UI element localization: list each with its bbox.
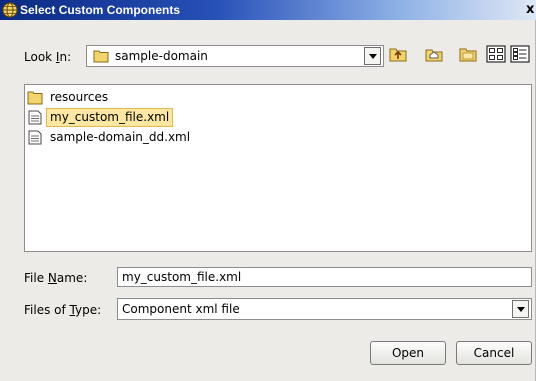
cancel-button[interactable]: Cancel <box>456 341 532 365</box>
list-item[interactable]: sample-domain_dd.xml <box>27 129 247 146</box>
new-folder-icon[interactable] <box>458 44 478 64</box>
list-view-icon[interactable] <box>486 44 506 64</box>
document-icon <box>28 130 42 145</box>
title-bar[interactable]: Select Custom Components x <box>0 0 536 20</box>
look-in-label-suffix: n: <box>59 50 72 64</box>
folder-icon <box>93 50 109 63</box>
file-name-label-suffix: ame: <box>56 271 88 285</box>
file-chooser-dialog: Select Custom Components x Look In: samp… <box>0 0 536 381</box>
document-icon <box>28 110 42 125</box>
chevron-down-icon[interactable] <box>512 300 529 318</box>
look-in-value: sample-domain <box>115 49 208 63</box>
file-name-mnemonic: N <box>47 271 57 285</box>
file-type-value: Component xml file <box>122 302 240 316</box>
list-item-label: resources <box>50 90 109 104</box>
folder-icon <box>27 91 43 105</box>
file-name-input[interactable]: my_custom_file.xml <box>117 267 532 287</box>
home-icon[interactable] <box>424 44 444 64</box>
up-one-level-icon[interactable] <box>388 44 408 64</box>
file-list[interactable]: resources my_custom_file.xml sample-doma… <box>24 84 532 252</box>
close-button[interactable]: x <box>526 2 534 17</box>
list-item[interactable]: my_custom_file.xml <box>27 108 227 127</box>
file-type-dropdown[interactable]: Component xml file <box>117 298 532 320</box>
globe-icon <box>2 2 18 18</box>
window-title: Select Custom Components <box>20 3 181 17</box>
look-in-label-text: Look <box>24 50 56 64</box>
file-type-label-text: Files of <box>24 303 70 317</box>
chevron-down-icon[interactable] <box>364 47 381 65</box>
list-item-label: sample-domain_dd.xml <box>50 130 191 144</box>
open-button[interactable]: Open <box>370 341 446 365</box>
list-item[interactable]: resources <box>27 89 227 106</box>
look-in-dropdown[interactable]: sample-domain <box>86 45 384 67</box>
file-type-label: Files of Type: <box>24 303 101 317</box>
file-name-label-text: File <box>24 271 48 285</box>
file-type-label-suffix: ype: <box>75 303 102 317</box>
list-item-label: my_custom_file.xml <box>45 108 174 127</box>
file-name-label: File Name: <box>24 271 87 285</box>
details-view-icon[interactable] <box>510 44 530 64</box>
look-in-label: Look In: <box>24 50 71 64</box>
